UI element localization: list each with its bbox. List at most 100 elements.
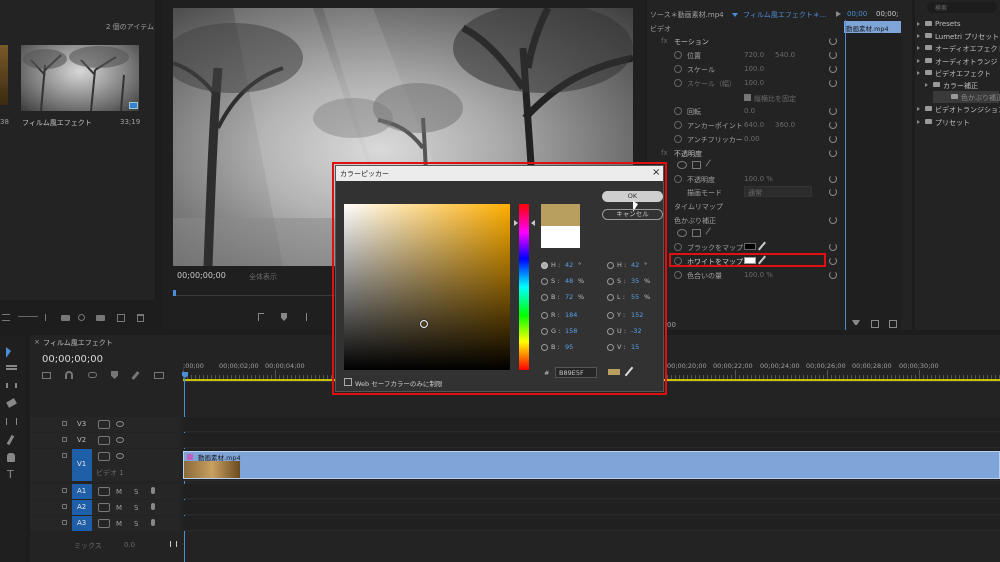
hue-slider[interactable] xyxy=(519,204,529,370)
find-icon[interactable] xyxy=(78,314,85,321)
uniform-checkbox[interactable] xyxy=(744,94,751,101)
effects-tree-item[interactable]: 色かぶり補正 xyxy=(933,91,1000,104)
track-target[interactable]: A2 xyxy=(72,500,92,515)
sync-lock-icon[interactable] xyxy=(98,503,110,512)
fit-icon[interactable] xyxy=(889,320,897,328)
black-eyedropper-icon[interactable] xyxy=(758,241,766,251)
track-lane[interactable] xyxy=(183,433,1000,448)
rgb-value[interactable]: 184 xyxy=(565,311,577,319)
lock-icon[interactable] xyxy=(62,520,67,525)
color-mode-radio[interactable] xyxy=(607,294,614,301)
reset-scale-icon[interactable] xyxy=(829,65,837,73)
color-mode-radio[interactable] xyxy=(541,344,548,351)
fit-dropdown[interactable]: 全体表示 xyxy=(249,272,277,282)
folder-icon[interactable] xyxy=(61,315,70,321)
motion-label[interactable]: モーション xyxy=(674,37,709,47)
ripple-tool-icon[interactable] xyxy=(6,383,17,388)
hsl-value[interactable]: 35 xyxy=(631,277,639,285)
chevron-icon[interactable] xyxy=(917,119,920,124)
playhead-marker[interactable] xyxy=(173,290,176,296)
track-target[interactable]: A1 xyxy=(72,484,92,499)
color-field-cursor[interactable] xyxy=(419,319,429,329)
marker-icon[interactable] xyxy=(281,313,287,321)
effects-search[interactable]: 検索 xyxy=(927,2,997,13)
timeline-clip[interactable]: 動画素材.mp4 xyxy=(183,451,1000,479)
source-tab[interactable]: ソース＊動画素材.mp4 xyxy=(650,10,724,20)
amount-toggle-icon[interactable] xyxy=(674,271,682,279)
captions-icon[interactable] xyxy=(154,372,164,379)
sync-lock-icon[interactable] xyxy=(98,452,110,461)
color-mode-radio[interactable] xyxy=(541,294,548,301)
scale-value[interactable]: 100.0 xyxy=(744,65,764,73)
lock-icon[interactable] xyxy=(62,437,67,442)
slip-tool-icon[interactable] xyxy=(6,418,17,425)
yuv-value[interactable]: -32 xyxy=(631,327,642,335)
solo-button[interactable]: S xyxy=(134,488,138,496)
list-view-icon[interactable] xyxy=(2,314,10,321)
hue-arrow-left-icon[interactable] xyxy=(514,220,518,226)
timeline-tab[interactable]: フィルム風エフェクト xyxy=(43,338,113,348)
reset-amount-icon[interactable] xyxy=(829,271,837,279)
effects-search-input[interactable]: 検索 xyxy=(935,3,947,12)
effects-tree-item[interactable]: オーディオトランジ xyxy=(917,55,999,67)
position-toggle-icon[interactable] xyxy=(674,51,682,59)
close-icon[interactable]: × xyxy=(652,167,660,178)
ellipse-mask-icon[interactable] xyxy=(677,161,687,169)
reset-opacity-section-icon[interactable] xyxy=(829,149,837,157)
snap-icon[interactable] xyxy=(65,371,73,379)
trash-icon[interactable] xyxy=(137,314,144,322)
mix-end-icon[interactable] xyxy=(170,541,177,547)
program-timecode[interactable]: 00;00;00;00 xyxy=(177,271,226,280)
new-bin-icon[interactable] xyxy=(96,315,105,321)
anchor-x[interactable]: 640.0 xyxy=(744,121,764,129)
new-item-icon[interactable] xyxy=(117,314,125,322)
lock-icon[interactable] xyxy=(62,488,67,493)
reset-scale-width-icon[interactable] xyxy=(829,79,837,87)
position-y[interactable]: 540.0 xyxy=(775,51,795,59)
color-mode-radio[interactable] xyxy=(607,278,614,285)
effects-tree-item[interactable]: カラー補正 xyxy=(925,79,999,91)
track-lane[interactable] xyxy=(183,417,1000,432)
effects-tree-item[interactable]: オーディオエフェクト xyxy=(917,42,1000,54)
color-mode-radio[interactable] xyxy=(541,328,548,335)
chevron-icon[interactable] xyxy=(917,34,920,39)
linked-icon[interactable] xyxy=(88,372,97,378)
effects-tree-item[interactable]: ビデオエフェクト xyxy=(917,67,999,79)
yuv-value[interactable]: 152 xyxy=(631,311,643,319)
scale-width-toggle-icon[interactable] xyxy=(674,79,682,87)
chevron-icon[interactable] xyxy=(917,70,920,75)
solo-button[interactable]: S xyxy=(134,504,138,512)
track-target[interactable]: V1 xyxy=(72,449,92,481)
hsl-value[interactable]: 42 xyxy=(631,261,639,269)
mute-button[interactable]: M xyxy=(116,488,122,496)
clip-thumbnail-left[interactable] xyxy=(0,45,8,105)
go-in-icon[interactable] xyxy=(306,313,309,321)
track-lane[interactable] xyxy=(183,484,1000,499)
reset-motion-icon[interactable] xyxy=(829,37,837,45)
rgb-value[interactable]: 158 xyxy=(565,327,577,335)
rotation-toggle-icon[interactable] xyxy=(674,107,682,115)
color-mode-radio[interactable] xyxy=(607,262,614,269)
cancel-button[interactable]: キャンセル xyxy=(602,209,663,220)
type-tool-icon[interactable]: T xyxy=(7,468,14,481)
tint-ellipse-mask-icon[interactable] xyxy=(677,229,687,237)
tint-rect-mask-icon[interactable] xyxy=(692,229,701,237)
microphone-icon[interactable] xyxy=(151,519,155,526)
microphone-icon[interactable] xyxy=(151,487,155,494)
filter-icon[interactable] xyxy=(852,320,860,328)
tint-pen-mask-icon[interactable] xyxy=(705,227,717,239)
play-only-icon[interactable] xyxy=(836,11,841,17)
opacity-section-label[interactable]: 不透明度 xyxy=(674,149,702,159)
reset-tint-icon[interactable] xyxy=(829,216,837,224)
reset-position-icon[interactable] xyxy=(829,51,837,59)
lock-icon[interactable] xyxy=(62,453,67,458)
mark-in-icon[interactable] xyxy=(258,313,264,321)
blend-mode-dropdown[interactable]: 通常 xyxy=(744,186,812,197)
reset-opacity-icon[interactable] xyxy=(829,175,837,183)
eye-icon[interactable] xyxy=(116,437,124,443)
track-target[interactable]: V2 xyxy=(72,433,92,448)
eye-icon[interactable] xyxy=(116,453,124,459)
antiflicker-toggle-icon[interactable] xyxy=(674,135,682,143)
track-target[interactable]: A3 xyxy=(72,516,92,531)
timeline-close-icon[interactable]: × xyxy=(34,338,40,346)
